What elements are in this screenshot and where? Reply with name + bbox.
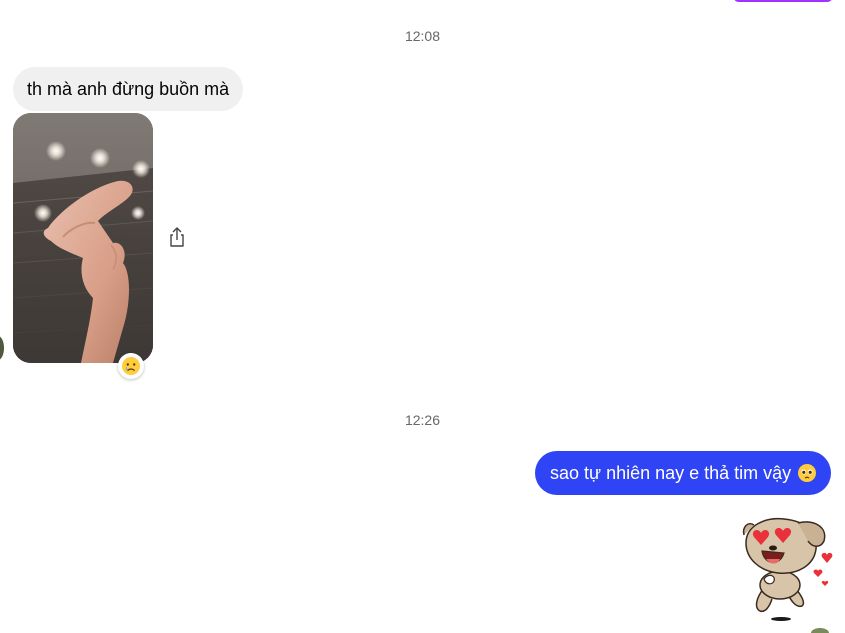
contact-avatar[interactable]	[0, 336, 4, 360]
dog-sticker-icon	[742, 517, 833, 621]
seen-avatar	[811, 628, 829, 633]
pleading-face-icon	[798, 464, 817, 482]
incoming-message-bubble[interactable]: th mà anh đừng buồn mà	[13, 67, 244, 111]
heart-eyes-dog-sticker[interactable]	[736, 513, 836, 623]
share-icon	[170, 227, 184, 247]
crying-face-reaction[interactable]	[118, 353, 144, 379]
photo-attachment[interactable]	[13, 113, 153, 363]
photo-hand-image	[13, 113, 153, 363]
outgoing-message-bubble[interactable]: sao tự nhiên nay e thả tim vậy	[535, 451, 832, 495]
crying-face-icon	[122, 357, 140, 375]
timestamp: 12:08	[404, 28, 441, 44]
share-button[interactable]	[166, 226, 188, 248]
timestamp: 12:26	[404, 412, 441, 428]
outgoing-message-text: sao tự nhiên nay e thả tim vậy	[550, 463, 792, 483]
previous-outgoing-bubble[interactable]	[733, 0, 833, 2]
